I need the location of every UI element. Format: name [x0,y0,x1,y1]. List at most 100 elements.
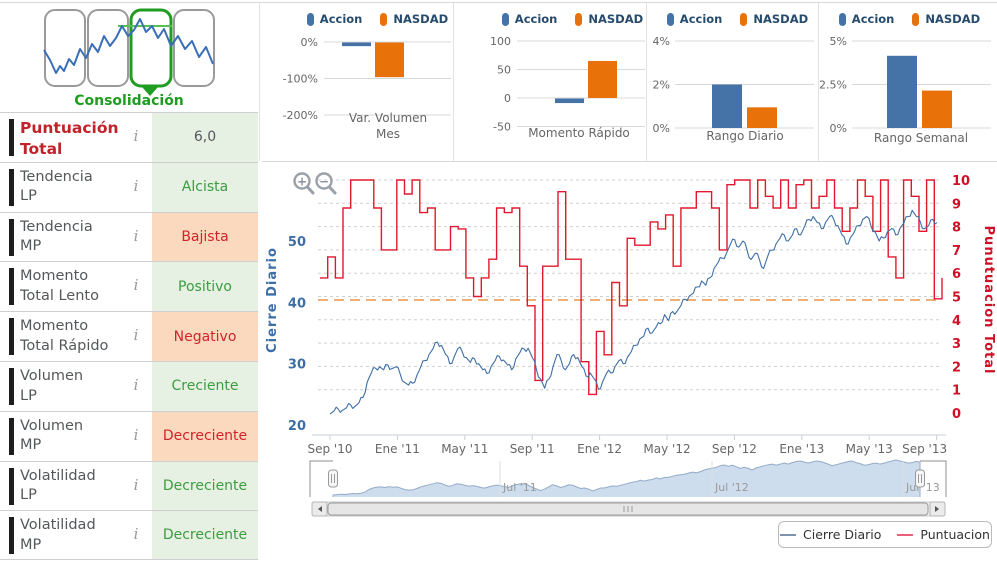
navigator-handle-left[interactable] [328,469,338,488]
legend-item-cierre-diario[interactable]: Cierre Diario [780,527,881,542]
score-row-volumen-mp: Volumen MP i Decreciente [0,410,258,461]
row-value: Negativo [152,312,258,361]
info-icon[interactable]: i [128,426,144,444]
svg-text:Sep '10: Sep '10 [308,442,353,456]
svg-text:7: 7 [952,244,961,259]
dashboard: Consolidación Puntuación Total i 6,0 Tend… [0,0,997,564]
info-icon[interactable]: i [128,127,144,145]
scrollbar-right-button[interactable] [929,501,946,517]
info-icon[interactable]: i [128,376,144,394]
svg-text:-200%: -200% [283,109,318,122]
var-volumen-mes-chart: 0% -100% -200% Var. Volumen Mes [283,36,451,141]
score-row-tendencia-lp: Tendencia LP i Alcista [0,161,258,212]
svg-text:Jul '12: Jul '12 [714,481,749,494]
svg-text:3: 3 [952,337,961,352]
svg-text:6: 6 [952,267,961,282]
svg-text:0%: 0% [301,36,318,49]
row-label: Volumen LP [20,367,84,404]
score-row-puntuacion-total: Puntuación Total i 6,0 [0,112,258,162]
row-marker [9,168,14,206]
svg-text:50: 50 [288,235,306,250]
info-icon[interactable]: i [128,476,144,494]
svg-text:2%: 2% [653,79,670,92]
score-row-volatilidad-lp: Volatilidad LP i Decreciente [0,460,258,511]
main-chart-panel: Sep '10 Ene '11 May '11 Sep '11 Ene '12 May '… [262,160,997,564]
score-row-momento-rapido: Momento Total Rápido i Negativo [0,311,258,361]
svg-text:0: 0 [504,92,511,105]
svg-text:100: 100 [490,35,511,48]
svg-text:2: 2 [952,360,961,375]
row-value: Positivo [152,262,258,312]
row-marker [9,119,14,156]
scorecard-panel: Consolidación Puntuación Total i 6,0 Tend… [0,0,258,564]
svg-text:-100%: -100% [283,73,318,86]
score-row-volumen-lp: Volumen LP i Creciente [0,360,258,411]
svg-text:May '13: May '13 [846,442,893,456]
svg-text:May '12: May '12 [643,442,690,456]
momento-rapido-chart: 100 50 0 -50 Momento Rápido [490,35,645,140]
svg-text:Jul '11: Jul '11 [502,481,537,494]
svg-text:0%: 0% [653,122,670,135]
row-marker [9,218,14,256]
row-label: Volatilidad MP [20,517,96,553]
svg-text:2.5%: 2.5% [820,79,847,92]
zoom-in-icon[interactable]: + [293,172,315,195]
panel-divider-1 [259,3,260,161]
row-marker [9,268,14,306]
svg-text:Sep '13: Sep '13 [902,442,947,456]
chart-legend: Cierre Diario Puntuacion [778,521,992,548]
legend-item-puntuacion[interactable]: Puntuacion [897,527,990,542]
row-value: Decreciente [152,411,258,461]
svg-text:10: 10 [952,174,970,189]
row-label: Tendencia MP [20,218,93,255]
row-marker [9,318,14,356]
row-marker [9,367,14,405]
info-icon[interactable]: i [128,227,144,245]
svg-text:−: − [319,175,329,189]
svg-text:Cierre Diario: Cierre Diario [265,247,280,353]
cierre-diario-puntuacion-chart: Sep '10 Ene '11 May '11 Sep '11 Ene '12 May '… [265,172,996,517]
svg-text:-50: -50 [493,121,511,134]
row-marker [9,517,14,555]
svg-text:1: 1 [952,384,961,399]
scrollbar-left-button[interactable] [311,501,328,517]
svg-text:Ene '12: Ene '12 [577,442,622,456]
row-value: Alcista [152,162,258,212]
info-icon[interactable]: i [128,326,144,344]
svg-text:0%: 0% [830,122,847,135]
svg-text:Sep '11: Sep '11 [510,442,555,456]
info-icon[interactable]: i [128,276,144,294]
svg-text:Mes: Mes [376,127,400,141]
row-label: Momento Total Rápido [20,318,109,354]
info-icon[interactable]: i [128,525,144,543]
scrollbar-thumb[interactable] [327,502,929,516]
svg-text:Punutuacion Total: Punutuacion Total [981,226,996,375]
rango-diario-chart: 4% 2% 0% Rango Diario [653,35,814,143]
score-row-tendencia-mp: Tendencia MP i Bajista [0,211,258,262]
navigator-handle-right[interactable] [915,469,925,488]
svg-text:4%: 4% [653,35,670,48]
info-icon[interactable]: i [128,177,144,195]
svg-text:+: + [297,175,307,189]
score-row-momento-lento: Momento Total Lento i Positivo [0,261,258,312]
svg-text:Ene '13: Ene '13 [779,442,824,456]
svg-text:Ene '11: Ene '11 [375,442,420,456]
svg-text:5: 5 [952,291,961,306]
svg-text:Rango Semanal: Rango Semanal [874,131,968,145]
row-value: Decreciente [152,461,258,511]
svg-text:8: 8 [952,221,961,236]
svg-text:50: 50 [497,64,511,77]
svg-text:May '11: May '11 [441,442,488,456]
svg-text:5%: 5% [830,35,847,48]
rango-semanal-chart: 5% 2.5% 0% Rango Semanal [820,35,991,145]
row-label: Volumen MP [20,417,84,454]
zoom-out-icon[interactable]: − [315,172,337,195]
puntuacion-swatch [897,533,914,536]
score-rows: Puntuación Total i 6,0 Tendencia LP i Alci… [0,112,258,561]
svg-text:Momento Rápido: Momento Rápido [528,126,630,140]
svg-text:4: 4 [952,314,961,329]
row-label: Tendencia LP [20,168,93,205]
svg-text:40: 40 [288,296,306,311]
row-value: Bajista [152,212,258,262]
svg-text:0: 0 [952,407,961,422]
